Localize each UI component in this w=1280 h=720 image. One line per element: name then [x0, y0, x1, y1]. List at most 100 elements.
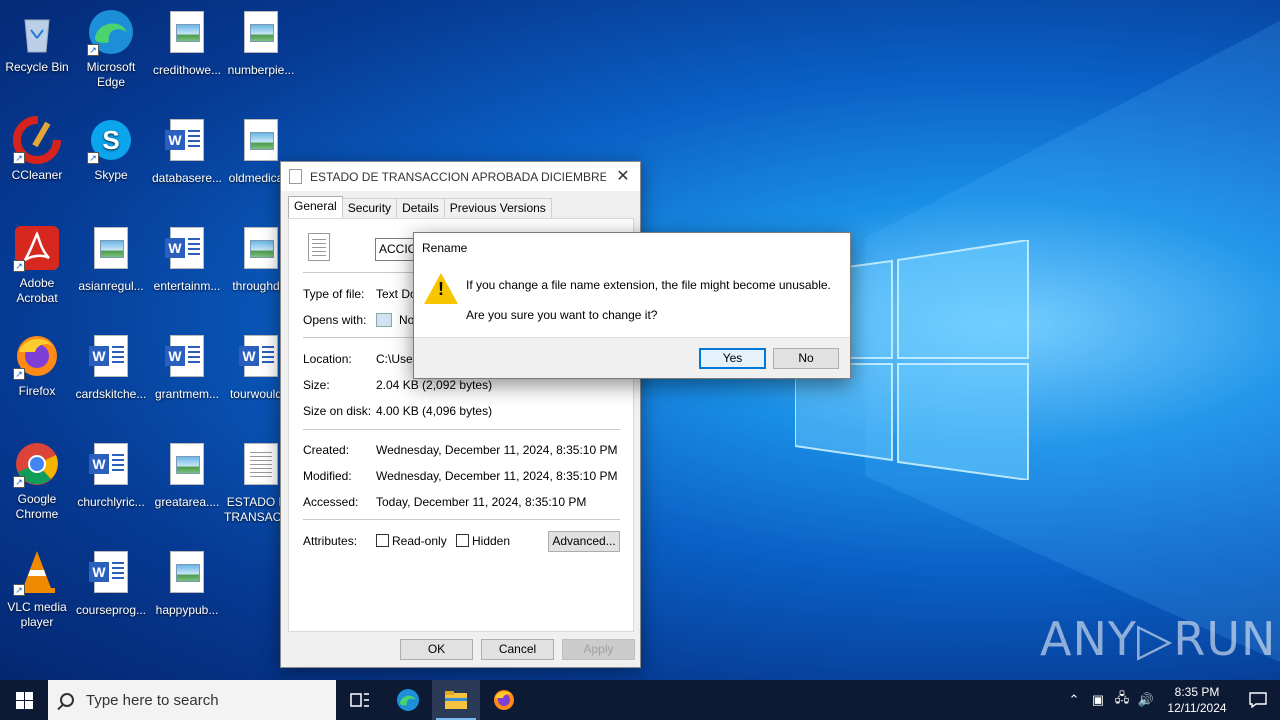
shortcut-arrow-icon: ↗ — [13, 152, 25, 164]
word-doc-icon — [87, 335, 135, 383]
desktop-icon-churchlyric[interactable]: churchlyric... — [74, 440, 148, 510]
anyrun-watermark: ANY▷RUN — [1040, 612, 1277, 666]
readonly-checkbox[interactable] — [376, 534, 389, 547]
properties-titlebar[interactable]: ESTADO DE TRANSACCION APROBADA DICIEMBRE… — [281, 162, 640, 191]
image-file-icon — [163, 443, 211, 491]
opens-with-label: Opens with: — [303, 313, 367, 327]
desktop-icon-recycle-bin[interactable]: Recycle Bin — [0, 8, 74, 75]
search-icon — [60, 693, 74, 707]
image-file-icon — [87, 227, 135, 275]
notification-button[interactable] — [1236, 680, 1280, 720]
desktop-icon-label: grantmem... — [154, 387, 220, 401]
system-tray: ⌃ ▣ 🖧 🔊 8:35 PM 12/11/2024 — [1062, 680, 1280, 720]
svg-text:S: S — [102, 125, 119, 155]
hidden-checkbox[interactable] — [456, 534, 469, 547]
advanced-button[interactable]: Advanced... — [548, 531, 620, 552]
desktop-icon-label: courseprog... — [75, 603, 147, 617]
size-value: 2.04 KB (2,092 bytes) — [376, 378, 493, 392]
desktop-icon-label: databasere... — [151, 171, 223, 185]
firefox-icon: ↗ — [13, 332, 61, 380]
desktop-icon-vlc[interactable]: ↗ VLC media player — [0, 548, 74, 630]
word-doc-icon — [87, 551, 135, 599]
start-button[interactable] — [0, 680, 48, 720]
chevron-up-icon[interactable]: ⌃ — [1062, 692, 1086, 708]
rename-dialog: Rename ! If you change a file name exten… — [413, 232, 851, 379]
meet-now-icon[interactable]: ▣ — [1086, 692, 1110, 708]
desktop-icon-greatarea[interactable]: greatarea.... — [150, 440, 224, 510]
taskbar-search-box[interactable]: Type here to search — [48, 680, 336, 720]
desktop-icon-google-chrome[interactable]: ↗ Google Chrome — [0, 440, 74, 522]
close-icon[interactable]: ✕ — [606, 162, 640, 191]
tab-details[interactable]: Details — [396, 198, 445, 218]
hidden-label: Hidden — [472, 534, 511, 548]
tab-general[interactable]: General — [288, 196, 343, 218]
word-doc-icon — [87, 443, 135, 491]
notification-icon — [1249, 692, 1267, 708]
network-icon[interactable]: 🖧 — [1110, 689, 1134, 711]
desktop-icon-asianregul[interactable]: asianregul... — [74, 224, 148, 294]
task-view-icon — [350, 693, 369, 707]
desktop-icon-numberpie[interactable]: numberpie... — [224, 8, 298, 78]
type-label: Type of file: — [303, 287, 365, 301]
desktop-icon-label: cardskitche... — [75, 387, 147, 401]
desktop-icon-label: Firefox — [18, 384, 56, 398]
divider — [303, 519, 620, 520]
size-label: Size: — [303, 378, 330, 392]
desktop-icon-label: numberpie... — [227, 63, 295, 77]
desktop-icon-label: Microsoft Edge — [86, 60, 136, 89]
taskbar-firefox[interactable] — [480, 680, 528, 720]
desktop-icon-label: credithowe... — [152, 63, 222, 77]
volume-icon[interactable]: 🔊 — [1134, 692, 1158, 708]
rename-question: Are you sure you want to change it? — [466, 308, 658, 322]
ok-button[interactable]: OK — [400, 639, 473, 660]
cancel-button[interactable]: Cancel — [481, 639, 554, 660]
modified-label: Modified: — [303, 469, 352, 483]
hidden-checkbox-row[interactable]: Hidden — [456, 534, 510, 548]
tab-security[interactable]: Security — [341, 198, 398, 218]
windows-icon — [15, 691, 33, 709]
desktop-icon-courseprog[interactable]: courseprog... — [74, 548, 148, 618]
desktop-icon-skype[interactable]: S ↗ Skype — [74, 116, 148, 183]
desktop-icon-label: VLC media player — [7, 600, 67, 629]
desktop-icon-happypub[interactable]: happypub... — [150, 548, 224, 618]
edge-icon — [397, 689, 419, 711]
desktop-icon-label: churchlyric... — [77, 495, 145, 509]
taskbar-edge[interactable] — [384, 680, 432, 720]
desktop-icon-grantmem[interactable]: grantmem... — [150, 332, 224, 402]
text-file-icon — [308, 233, 330, 261]
taskbar-file-explorer[interactable] — [432, 680, 480, 720]
desktop-icon-firefox[interactable]: ↗ Firefox — [0, 332, 74, 399]
text-file-icon — [237, 443, 285, 491]
desktop-icon-label: CCleaner — [11, 168, 63, 182]
desktop-icon-adobe-acrobat[interactable]: ↗ Adobe Acrobat — [0, 224, 74, 306]
warning-icon: ! — [424, 273, 458, 304]
image-file-icon — [237, 11, 285, 59]
task-view-button[interactable] — [336, 680, 384, 720]
desktop-icon-label: entertainm... — [153, 279, 221, 293]
desktop-icon-ccleaner[interactable]: ↗ CCleaner — [0, 116, 74, 183]
yes-button[interactable]: Yes — [699, 348, 766, 369]
ccleaner-icon: ↗ — [13, 116, 61, 164]
folder-icon — [445, 691, 467, 709]
skype-icon: S ↗ — [87, 116, 135, 164]
readonly-checkbox-row[interactable]: Read-only — [376, 534, 447, 548]
apply-button[interactable]: Apply — [562, 639, 635, 660]
created-label: Created: — [303, 443, 350, 457]
edge-icon: ↗ — [87, 8, 135, 56]
desktop-icon-databasere[interactable]: databasere... — [150, 116, 224, 186]
attributes-label: Attributes: — [303, 534, 358, 548]
image-file-icon — [163, 11, 211, 59]
no-button[interactable]: No — [773, 348, 839, 369]
vlc-icon: ↗ — [13, 548, 61, 596]
location-label: Location: — [303, 352, 352, 366]
desktop-icon-edge[interactable]: ↗ Microsoft Edge — [74, 8, 148, 90]
desktop-icon-cardskitche[interactable]: cardskitche... — [74, 332, 148, 402]
modified-value: Wednesday, December 11, 2024, 8:35:10 PM — [376, 469, 618, 483]
clock[interactable]: 8:35 PM 12/11/2024 — [1158, 684, 1236, 716]
desktop-icon-credithowe[interactable]: credithowe... — [150, 8, 224, 78]
accessed-label: Accessed: — [303, 495, 359, 509]
desktop-icon-entertainm[interactable]: entertainm... — [150, 224, 224, 294]
desktop-icon-label: greatarea.... — [154, 495, 220, 509]
type-value: Text Do — [376, 287, 417, 301]
tab-previous-versions[interactable]: Previous Versions — [443, 198, 552, 218]
